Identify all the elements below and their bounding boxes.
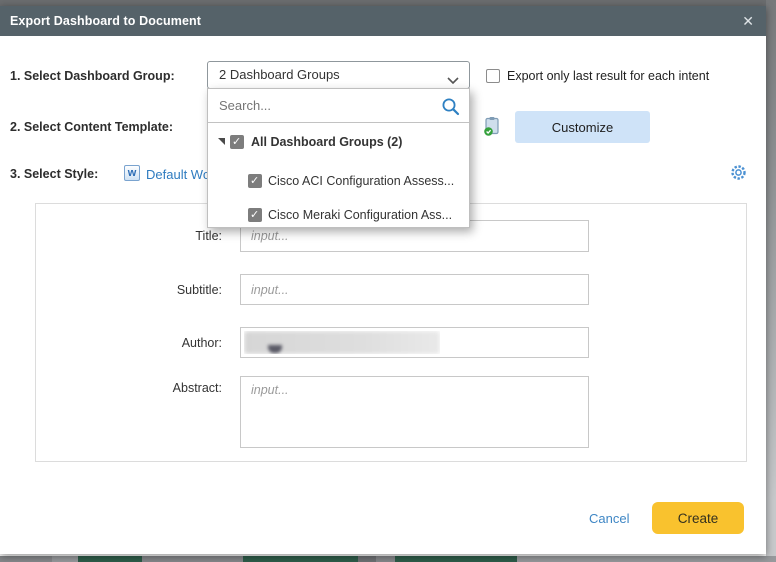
select-style-label: 3. Select Style: — [10, 167, 98, 181]
title-label: Title: — [100, 229, 222, 243]
tree-item-label: Cisco Meraki Configuration Ass... — [268, 208, 452, 222]
select-content-template-label: 2. Select Content Template: — [10, 120, 173, 134]
dialog-header: Export Dashboard to Document ✕ — [0, 6, 766, 36]
background-right-strip — [766, 0, 776, 556]
abstract-label: Abstract: — [100, 381, 222, 395]
author-label: Author: — [100, 336, 222, 350]
bg-segment — [358, 556, 376, 562]
tree-checkbox-checked[interactable] — [230, 135, 244, 149]
tree-checkbox-checked[interactable] — [248, 174, 262, 188]
author-input[interactable] — [240, 327, 589, 358]
select-dashboard-group-label: 1. Select Dashboard Group: — [10, 69, 175, 83]
dialog-title: Export Dashboard to Document — [10, 6, 201, 36]
background-bottom-strip — [0, 556, 776, 562]
export-last-result-checkbox[interactable] — [486, 69, 500, 83]
dashboard-group-select[interactable]: 2 Dashboard Groups — [207, 61, 470, 89]
bg-segment-green — [243, 556, 358, 562]
bg-segment — [142, 556, 243, 562]
close-icon[interactable]: ✕ — [742, 6, 754, 36]
bg-segment — [376, 556, 395, 562]
tree-item-label: Cisco ACI Configuration Assess... — [268, 174, 454, 188]
tree-item-cisco-aci[interactable]: Cisco ACI Configuration Assess... — [208, 173, 471, 189]
gear-icon[interactable] — [730, 164, 747, 186]
tree-item-all-dashboard-groups[interactable]: All Dashboard Groups (2) — [208, 134, 471, 150]
search-icon — [441, 97, 460, 121]
export-last-result-label: Export only last result for each intent — [507, 69, 709, 83]
bg-segment — [0, 556, 52, 562]
content-template-status-icon — [483, 116, 501, 142]
abstract-textarea[interactable] — [240, 376, 589, 448]
customize-button[interactable]: Customize — [515, 111, 650, 143]
bg-segment-green — [78, 556, 142, 562]
tree-collapse-icon[interactable] — [218, 138, 225, 145]
dashboard-group-select-value: 2 Dashboard Groups — [219, 62, 340, 88]
tree-checkbox-checked[interactable] — [248, 208, 262, 222]
screen: Export Dashboard to Document ✕ 1. Select… — [0, 0, 776, 562]
style-template-link[interactable]: Default Wo — [146, 167, 207, 182]
dropdown-search-input[interactable] — [208, 89, 469, 123]
subtitle-label: Subtitle: — [100, 283, 222, 297]
subtitle-input[interactable] — [240, 274, 589, 305]
word-document-icon: w — [124, 165, 140, 181]
bg-segment-green — [395, 556, 517, 562]
dashboard-group-dropdown-panel: All Dashboard Groups (2) Cisco ACI Confi… — [207, 88, 470, 228]
cancel-button[interactable]: Cancel — [589, 511, 629, 526]
create-button[interactable]: Create — [652, 502, 744, 534]
tree-item-label: All Dashboard Groups (2) — [251, 135, 402, 149]
tree-item-cisco-meraki[interactable]: Cisco Meraki Configuration Ass... — [208, 207, 471, 223]
